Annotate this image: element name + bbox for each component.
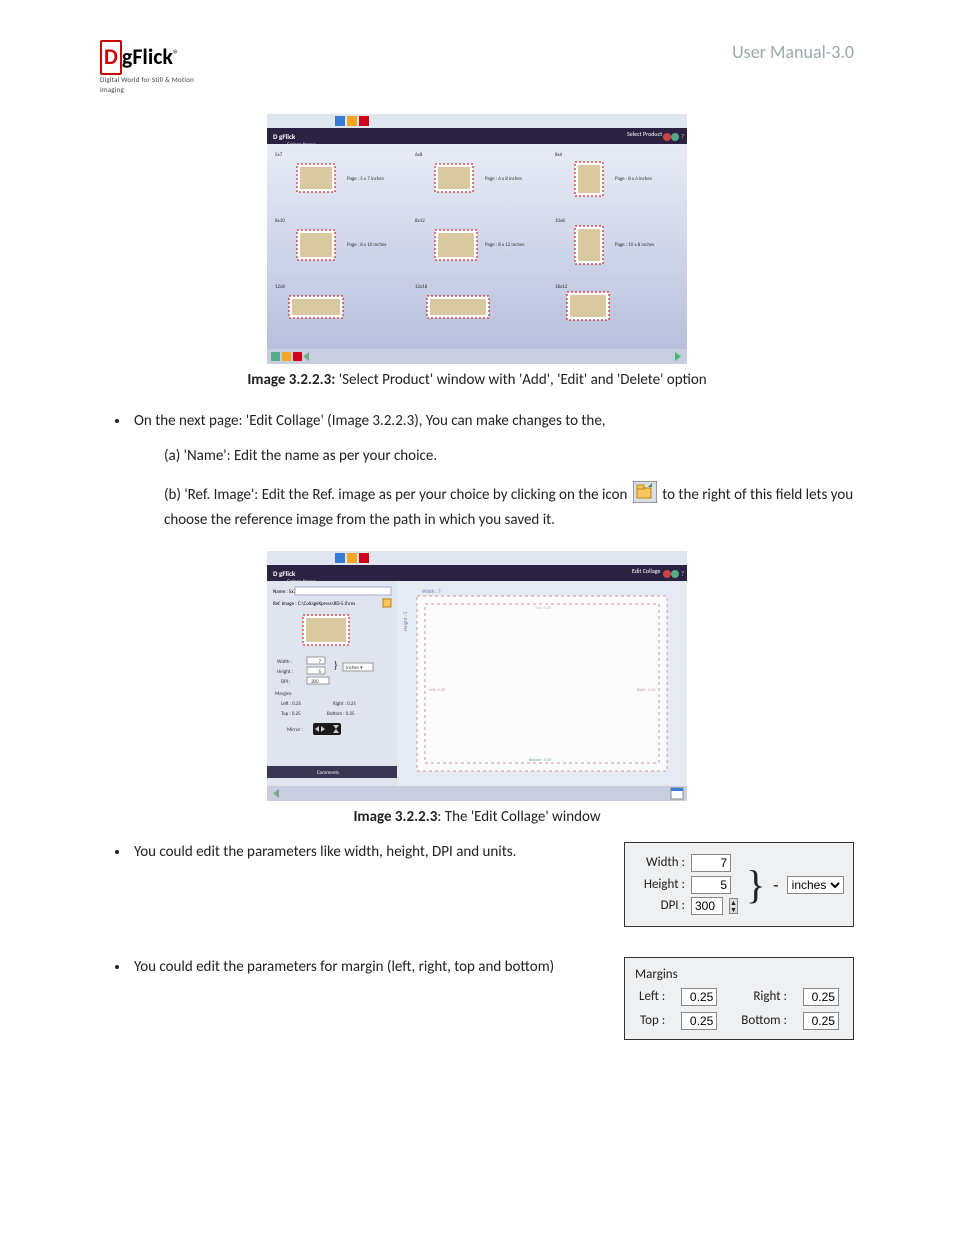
svg-text:Left : 0.25: Left : 0.25 [429, 688, 445, 693]
svg-text:Height :: Height : [277, 669, 293, 675]
dimensions-panel: Width : Height : DPI :▲▼ } - inches [624, 842, 854, 927]
dpi-label: DPI : [635, 897, 685, 915]
margin-left-input[interactable] [681, 988, 717, 1006]
bullet-margins: You could edit the parameters for margin… [130, 957, 594, 978]
folder-icon [633, 481, 657, 510]
figure2-caption: Image 3.2.2.3: The 'Edit Collage' window [100, 807, 854, 828]
svg-text:Page : 6 x 8 inches: Page : 6 x 8 inches [485, 176, 522, 182]
svg-text:Page : 5 x 7 inches: Page : 5 x 7 inches [347, 176, 384, 182]
svg-text:12x8: 12x8 [275, 284, 285, 290]
svg-text:Name : 5x7: Name : 5x7 [273, 589, 296, 595]
svg-text:8x6: 8x6 [555, 152, 563, 158]
bullet-edit-collage-intro: On the next page: 'Edit Collage' (Image … [130, 411, 854, 531]
svg-text:Bottom : 0.25: Bottom : 0.25 [327, 711, 355, 717]
svg-text:Comments: Comments [317, 770, 339, 776]
svg-text:5x7: 5x7 [275, 152, 283, 158]
svg-text:8x10: 8x10 [275, 218, 285, 224]
svg-text:Left : 0.25: Left : 0.25 [281, 701, 302, 707]
svg-text:D gFlick: D gFlick [273, 569, 296, 578]
svg-text:Mirror :: Mirror : [287, 727, 303, 733]
width-input[interactable] [691, 854, 731, 872]
svg-text:Right : 0.25: Right : 0.25 [637, 688, 655, 693]
figure1-caption: Image 3.2.2.3: 'Select Product' window w… [100, 370, 854, 391]
logo-g: g [122, 43, 132, 70]
svg-text:Top : 0.25: Top : 0.25 [281, 711, 301, 717]
margin-bottom-input[interactable] [803, 1012, 839, 1030]
figure-select-product: D gFlick Collage Xpress Select Product ?… [100, 114, 854, 391]
svg-text:Top : 0.25: Top : 0.25 [535, 606, 551, 611]
margin-left-label: Left : [635, 988, 665, 1006]
svg-text:Ref. Image : C:\CollageXpress: Ref. Image : C:\CollageXpress\RD-5.0\res [273, 601, 355, 607]
margin-right-input[interactable] [803, 988, 839, 1006]
dpi-input[interactable] [691, 897, 723, 915]
margins-panel: Margins Left : Right : Top : Bottom : [624, 957, 854, 1040]
svg-text:300: 300 [311, 679, 319, 685]
svg-text:Page : 10 x 8 inches: Page : 10 x 8 inches [615, 242, 654, 248]
margin-right-label: Right : [737, 988, 787, 1006]
svg-text:Height : 5: Height : 5 [403, 611, 409, 631]
width-label: Width : [635, 854, 685, 872]
units-select[interactable]: inches [787, 876, 844, 894]
sub-a-name: (a) 'Name': Edit the name as per your ch… [164, 446, 854, 467]
logo-rest: Flick [132, 43, 173, 70]
logo-tagline: Digital World for Still & Motion Imaging [100, 75, 200, 95]
svg-text:8x12: 8x12 [415, 218, 425, 224]
svg-text:Right : 0.25: Right : 0.25 [333, 701, 356, 707]
svg-text:10x8: 10x8 [555, 218, 565, 224]
page-header: DgFlick® Digital World for Still & Motio… [100, 40, 854, 94]
height-input[interactable] [691, 876, 731, 894]
bullet-dimensions: You could edit the parameters like width… [130, 842, 594, 863]
svg-text:6x8: 6x8 [415, 152, 423, 158]
height-label: Height : [635, 876, 685, 894]
svg-text:?: ? [681, 569, 684, 578]
svg-text:Margins: Margins [275, 691, 291, 697]
svg-text:?: ? [681, 132, 684, 141]
figure-edit-collage: D gFlick Collage Xpress Edit Collage ? N… [100, 551, 854, 828]
svg-text:Page : 8 x 6 inches: Page : 8 x 6 inches [615, 176, 652, 182]
margins-title: Margins [635, 966, 843, 984]
logo: DgFlick® Digital World for Still & Motio… [100, 40, 200, 94]
svg-text:Width : 7: Width : 7 [422, 589, 441, 595]
svg-text:D gFlick: D gFlick [273, 132, 296, 141]
svg-text:Bottom : 0.25: Bottom : 0.25 [529, 758, 551, 763]
svg-text:18x12: 18x12 [555, 284, 568, 290]
brace-icon: } [746, 873, 765, 897]
logo-reg: ® [173, 47, 179, 62]
svg-text:inches ▾: inches ▾ [346, 665, 363, 671]
margin-bottom-label: Bottom : [737, 1012, 787, 1030]
svg-text:Width :: Width : [277, 659, 292, 665]
svg-text:Page : 8 x 10 inches: Page : 8 x 10 inches [347, 242, 386, 248]
margin-top-label: Top : [635, 1012, 665, 1030]
svg-text:12x18: 12x18 [415, 284, 428, 290]
sub-b-ref-image: (b) 'Ref. Image': Edit the Ref. image as… [164, 481, 854, 531]
logo-d: D [100, 40, 122, 75]
svg-text:Page : 8 x 12 inches: Page : 8 x 12 inches [485, 242, 524, 248]
svg-text:DPI :: DPI : [281, 679, 290, 685]
margin-top-input[interactable] [681, 1012, 717, 1030]
svg-text:Edit Collage: Edit Collage [632, 567, 661, 575]
select-product-label: Select Product [627, 130, 662, 138]
manual-title: User Manual-3.0 [732, 40, 854, 65]
svg-text:}: } [333, 659, 338, 671]
